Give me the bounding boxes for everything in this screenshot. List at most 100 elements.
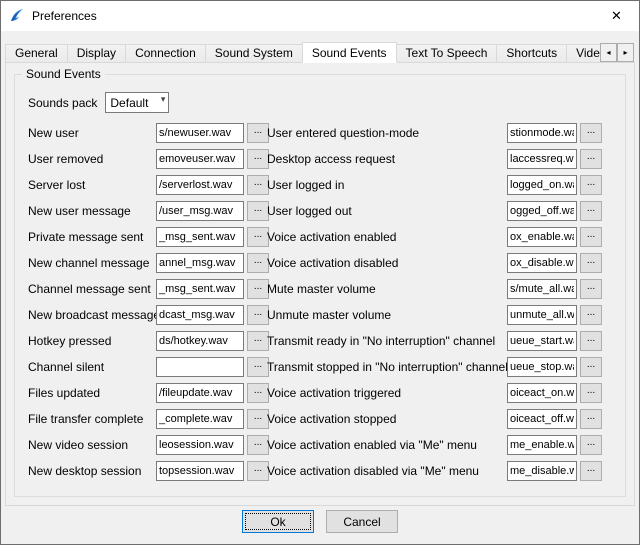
cancel-button[interactable]: Cancel xyxy=(326,510,398,533)
sound-file-input[interactable] xyxy=(507,149,577,169)
sound-event-row: Mute master volume... xyxy=(267,279,602,299)
sound-event-label: New desktop session xyxy=(28,464,156,478)
sound-event-label: Channel message sent xyxy=(28,282,156,296)
tab-display[interactable]: Display xyxy=(67,44,126,63)
close-button[interactable]: ✕ xyxy=(594,1,639,31)
tab-sound-system[interactable]: Sound System xyxy=(205,44,303,63)
tab-scroll-right-button[interactable]: ▸ xyxy=(617,43,634,62)
sound-event-row: Server lost... xyxy=(28,175,269,195)
sound-event-label: Transmit ready in "No interruption" chan… xyxy=(267,334,507,348)
tab-scroll-left-button[interactable]: ◂ xyxy=(600,43,617,62)
browse-button[interactable]: ... xyxy=(247,357,269,377)
browse-button[interactable]: ... xyxy=(247,435,269,455)
sound-file-input[interactable] xyxy=(507,227,577,247)
sound-event-row: New broadcast message... xyxy=(28,305,269,325)
browse-button[interactable]: ... xyxy=(580,149,602,169)
sound-event-row: Voice activation stopped... xyxy=(267,409,602,429)
browse-button[interactable]: ... xyxy=(580,279,602,299)
browse-button[interactable]: ... xyxy=(580,227,602,247)
sound-file-input[interactable] xyxy=(507,409,577,429)
sound-event-label: Voice activation disabled xyxy=(267,256,507,270)
browse-button[interactable]: ... xyxy=(247,305,269,325)
tab-connection[interactable]: Connection xyxy=(125,44,206,63)
browse-button[interactable]: ... xyxy=(247,461,269,481)
chevron-down-icon: ▾ xyxy=(161,95,166,105)
browse-button[interactable]: ... xyxy=(247,175,269,195)
sound-file-input[interactable] xyxy=(156,201,244,221)
sound-file-input[interactable] xyxy=(156,331,244,351)
sound-file-input[interactable] xyxy=(156,123,244,143)
browse-button[interactable]: ... xyxy=(580,201,602,221)
sound-event-label: New video session xyxy=(28,438,156,452)
sound-event-row: Unmute master volume... xyxy=(267,305,602,325)
sound-file-input[interactable] xyxy=(507,123,577,143)
sound-event-row: File transfer complete... xyxy=(28,409,269,429)
title-bar: Preferences ✕ xyxy=(1,1,639,31)
sound-file-input[interactable] xyxy=(156,227,244,247)
tab-strip: GeneralDisplayConnectionSound SystemSoun… xyxy=(5,42,635,63)
sound-event-label: Channel silent xyxy=(28,360,156,374)
sound-file-input[interactable] xyxy=(156,175,244,195)
sound-event-label: User removed xyxy=(28,152,156,166)
sound-file-input[interactable] xyxy=(507,435,577,455)
arrow-right-icon: ▸ xyxy=(623,48,627,57)
sound-file-input[interactable] xyxy=(507,253,577,273)
browse-button[interactable]: ... xyxy=(247,253,269,273)
browse-button[interactable]: ... xyxy=(580,357,602,377)
sound-file-input[interactable] xyxy=(156,435,244,455)
browse-button[interactable]: ... xyxy=(247,201,269,221)
sound-event-row: User logged out... xyxy=(267,201,602,221)
sound-file-input[interactable] xyxy=(156,279,244,299)
sound-file-input[interactable] xyxy=(156,305,244,325)
sound-event-label: New broadcast message xyxy=(28,308,156,322)
tab-shortcuts[interactable]: Shortcuts xyxy=(496,44,567,63)
sound-file-input[interactable] xyxy=(156,149,244,169)
tab-sound-events[interactable]: Sound Events xyxy=(302,42,397,63)
sound-file-input[interactable] xyxy=(507,201,577,221)
tab-text-to-speech[interactable]: Text To Speech xyxy=(396,44,498,63)
browse-button[interactable]: ... xyxy=(580,253,602,273)
sound-event-label: Voice activation triggered xyxy=(267,386,507,400)
sound-event-label: User logged in xyxy=(267,178,507,192)
browse-button[interactable]: ... xyxy=(247,331,269,351)
browse-button[interactable]: ... xyxy=(580,175,602,195)
sound-event-row: New video session... xyxy=(28,435,269,455)
sound-file-input[interactable] xyxy=(507,383,577,403)
sound-file-input[interactable] xyxy=(156,409,244,429)
sound-file-input[interactable] xyxy=(507,305,577,325)
browse-button[interactable]: ... xyxy=(580,435,602,455)
browse-button[interactable]: ... xyxy=(580,383,602,403)
browse-button[interactable]: ... xyxy=(247,383,269,403)
browse-button[interactable]: ... xyxy=(580,305,602,325)
ok-button[interactable]: Ok xyxy=(242,510,314,533)
browse-button[interactable]: ... xyxy=(580,409,602,429)
sound-file-input[interactable] xyxy=(507,279,577,299)
sound-file-input[interactable] xyxy=(156,253,244,273)
browse-button[interactable]: ... xyxy=(580,123,602,143)
tab-general[interactable]: General xyxy=(5,44,68,63)
sound-event-row: Voice activation disabled via "Me" menu.… xyxy=(267,461,602,481)
browse-button[interactable]: ... xyxy=(580,331,602,351)
sound-event-label: Voice activation enabled xyxy=(267,230,507,244)
browse-button[interactable]: ... xyxy=(247,149,269,169)
sound-file-input[interactable] xyxy=(507,331,577,351)
browse-button[interactable]: ... xyxy=(580,461,602,481)
sound-file-input[interactable] xyxy=(156,357,244,377)
browse-button[interactable]: ... xyxy=(247,279,269,299)
tab-scroll-spinner: ◂ ▸ xyxy=(600,43,634,62)
sounds-pack-select[interactable]: Default ▾ xyxy=(105,92,169,113)
sound-event-label: New user xyxy=(28,126,156,140)
browse-button[interactable]: ... xyxy=(247,227,269,247)
sound-events-right-column: User entered question-mode...Desktop acc… xyxy=(267,123,602,481)
close-icon: ✕ xyxy=(611,8,622,24)
browse-button[interactable]: ... xyxy=(247,123,269,143)
browse-button[interactable]: ... xyxy=(247,409,269,429)
sound-events-groupbox: Sound Events Sounds pack Default ▾ New u… xyxy=(14,74,626,497)
sound-file-input[interactable] xyxy=(156,461,244,481)
sound-file-input[interactable] xyxy=(507,461,577,481)
sound-event-row: Voice activation triggered... xyxy=(267,383,602,403)
sound-file-input[interactable] xyxy=(507,175,577,195)
sound-file-input[interactable] xyxy=(156,383,244,403)
sound-event-row: Voice activation enabled... xyxy=(267,227,602,247)
sound-file-input[interactable] xyxy=(507,357,577,377)
